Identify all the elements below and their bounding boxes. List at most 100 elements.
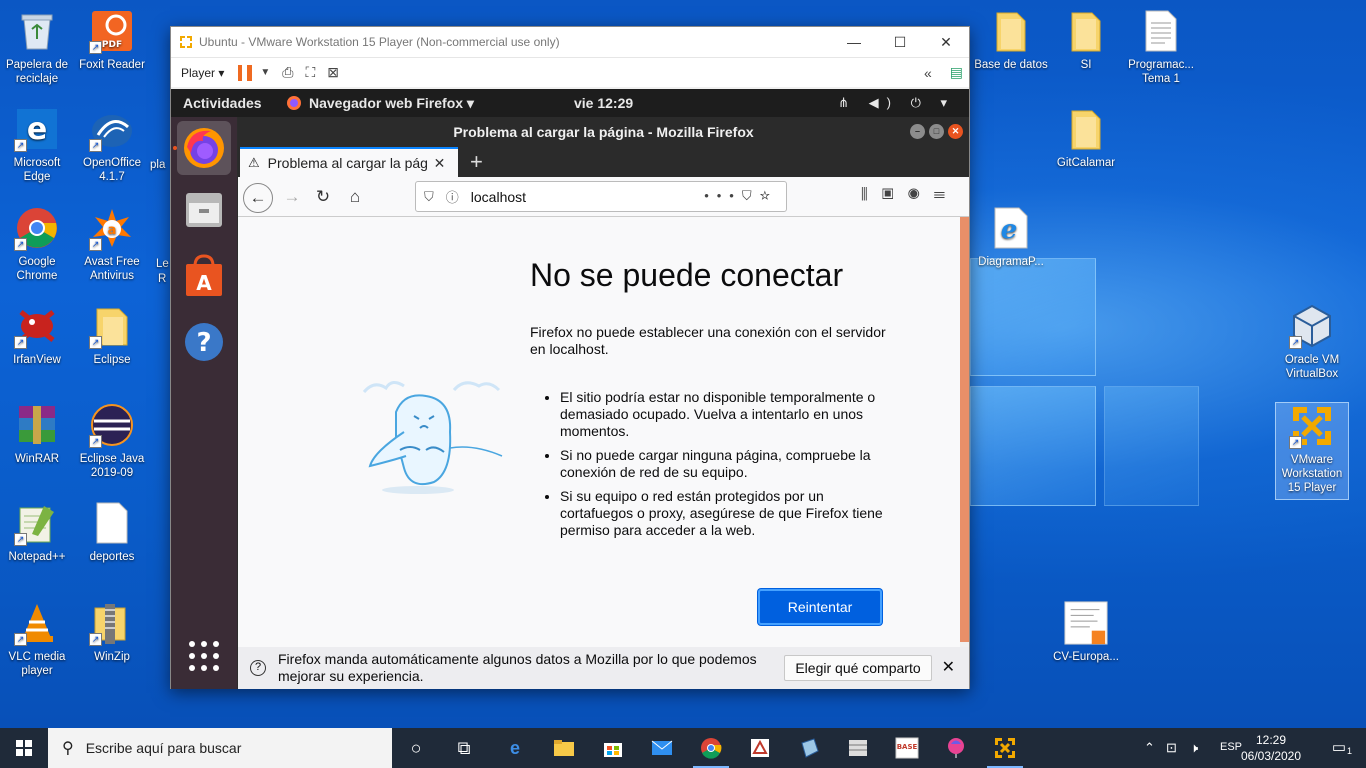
activities-button[interactable]: Actividades — [183, 95, 262, 111]
task-view-icon[interactable]: ⧉ — [452, 736, 476, 760]
show-hidden-icons[interactable]: ⌃ — [1144, 740, 1155, 756]
desktop-icon-si[interactable]: SI — [1049, 8, 1123, 72]
firefox-window-title: Problema al cargar la página - Mozilla F… — [453, 124, 754, 140]
winrar-taskbar-icon[interactable] — [846, 736, 870, 760]
windows-logo-panel — [1104, 386, 1199, 506]
dinosaur-illustration-icon — [334, 372, 514, 507]
desktop-icon-deportes[interactable]: deportes — [75, 500, 149, 564]
store-icon[interactable] — [601, 736, 625, 760]
minimize-icon[interactable]: – — [910, 124, 925, 139]
player-menu[interactable]: Player ▾ — [181, 66, 224, 80]
desktop-icon-edge[interactable]: e ↗ Microsoft Edge — [0, 106, 74, 184]
pause-dropdown-icon[interactable]: ▼ — [260, 67, 270, 78]
chrome-icon: ↗ — [14, 205, 60, 251]
mail-icon[interactable] — [650, 736, 674, 760]
firefox-titlebar[interactable]: Problema al cargar la página - Mozilla F… — [238, 117, 969, 147]
desktop-icon-gitcalamar[interactable]: GitCalamar — [1049, 106, 1123, 170]
notification-close-icon[interactable]: ✕ — [942, 657, 955, 677]
forward-button[interactable]: → — [278, 183, 306, 211]
desktop-icon-label: GitCalamar — [1056, 157, 1116, 169]
balloon-app-icon[interactable] — [944, 736, 968, 760]
taskbar-clock[interactable]: 12:29 06/03/2020 — [1236, 732, 1306, 764]
dock-files[interactable] — [177, 183, 231, 237]
choose-what-to-share-button[interactable]: Elegir qué comparto — [784, 655, 932, 681]
back-button[interactable]: ← — [243, 183, 273, 213]
edge-taskbar-icon[interactable]: e — [503, 736, 527, 760]
desktop-icon-notepadpp[interactable]: ↗ Notepad++ — [0, 500, 74, 564]
scrollbar-thumb[interactable] — [960, 217, 969, 642]
collapse-icon[interactable]: « — [924, 65, 932, 81]
minimize-button[interactable]: — — [831, 34, 877, 50]
svg-text:?: ? — [196, 328, 211, 358]
tab-active[interactable]: ⚠ Problema al cargar la pág ✕ — [240, 147, 458, 177]
desktop-icon-foxit[interactable]: PDF ↗ Foxit Reader — [75, 8, 149, 72]
software-bag-icon: A — [186, 254, 222, 296]
desktop-icon-winrar[interactable]: WinRAR — [0, 402, 74, 466]
file-explorer-icon[interactable] — [552, 736, 576, 760]
desktop-icon-openoffice[interactable]: ↗ OpenOffice 4.1.7 — [75, 106, 149, 184]
svg-text:e: e — [27, 112, 47, 147]
document-icon — [1063, 600, 1109, 646]
desktop-icon-programac[interactable]: Programac... Tema 1 — [1124, 8, 1198, 86]
desktop-icon-label: Eclipse — [93, 354, 131, 366]
toolbar-right-icons[interactable]: ⫼▣◉☰ — [861, 186, 959, 203]
maximize-button[interactable]: ☐ — [877, 34, 923, 51]
firefox-window: Problema al cargar la página - Mozilla F… — [238, 117, 969, 689]
chrome-taskbar-icon[interactable] — [693, 736, 729, 768]
action-center-icon[interactable]: ▭ — [1332, 738, 1346, 756]
page-actions-icon[interactable]: •••⛉☆ — [704, 188, 778, 204]
url-text[interactable]: localhost — [471, 189, 526, 205]
desktop-icon-irfanview[interactable]: ↗ IrfanView — [0, 303, 74, 367]
search-icon: ⚲ — [62, 740, 74, 757]
notes-icon[interactable]: ▤ — [950, 64, 963, 81]
dock-software[interactable]: A — [177, 249, 231, 303]
network-icon[interactable]: ⊡ — [1166, 740, 1177, 756]
send-ctrl-alt-del-icon[interactable]: ⎙ — [282, 64, 293, 81]
maximize-icon[interactable]: □ — [929, 124, 944, 139]
vmware-taskbar-icon[interactable] — [987, 736, 1023, 768]
pdf-tool-icon[interactable] — [748, 736, 772, 760]
base-taskbar-icon[interactable]: BASE — [895, 736, 919, 760]
gnome-clock[interactable]: vie 12:29 — [574, 95, 633, 111]
vmware-titlebar[interactable]: Ubuntu - VMware Workstation 15 Player (N… — [171, 27, 969, 57]
dock-help[interactable]: ? — [177, 315, 231, 369]
desktop-icon-vmware[interactable]: ↗ VMware Workstation 15 Player — [1275, 402, 1349, 500]
info-icon[interactable]: ⓘ — [446, 187, 459, 206]
reload-button[interactable]: ↻ — [309, 183, 337, 211]
desktop-icon-winzip[interactable]: ↗ WinZip — [75, 600, 149, 664]
start-button[interactable] — [0, 728, 48, 768]
taskbar-search[interactable]: ⚲ Escribe aquí para buscar — [48, 728, 392, 768]
fullscreen-icon[interactable]: ⛶ — [305, 64, 315, 81]
desktop-icon-cv-europass[interactable]: CV-Europa... — [1049, 600, 1123, 664]
desktop-icon-virtualbox[interactable]: ↗ Oracle VM VirtualBox — [1275, 303, 1349, 381]
desktop-icon-vlc[interactable]: ↗ VLC media player — [0, 600, 74, 678]
cortana-icon[interactable]: ○ — [404, 736, 428, 760]
close-icon[interactable]: ✕ — [948, 124, 963, 139]
desktop-icon-diagrama[interactable]: e DiagramaP... — [974, 205, 1048, 269]
virtualbox-taskbar-icon[interactable] — [797, 736, 821, 760]
retry-button[interactable]: Reintentar — [758, 589, 882, 625]
desktop-icon-eclipse-java[interactable]: ↗ Eclipse Java 2019-09 — [75, 402, 149, 480]
scrollbar[interactable] — [960, 217, 969, 647]
unity-icon[interactable]: ⊠ — [327, 64, 339, 81]
desktop-icon-avast[interactable]: a ↗ Avast Free Antivirus — [75, 205, 149, 283]
shield-icon[interactable]: ⛉ — [424, 189, 434, 205]
tab-close-icon[interactable]: ✕ — [434, 155, 446, 172]
home-button[interactable]: ⌂ — [341, 183, 369, 211]
dock-show-applications[interactable] — [177, 629, 231, 683]
app-menu[interactable]: Navegador web Firefox ▾ — [286, 95, 474, 112]
close-button[interactable]: ✕ — [923, 34, 969, 51]
vmware-toolbar: Player ▾ ▼ ⎙ ⛶ ⊠ « ▤ — [171, 57, 969, 87]
desktop-icon-eclipse-folder[interactable]: ↗ Eclipse — [75, 303, 149, 367]
volume-muted-icon[interactable]: 🕨 — [1190, 740, 1198, 756]
url-bar[interactable]: ⛉ ⓘ localhost •••⛉☆ — [415, 181, 787, 212]
dock-firefox[interactable] — [177, 121, 231, 175]
desktop-icon-base-de-datos[interactable]: Base de datos — [974, 8, 1048, 72]
system-menu[interactable]: ⋔ ◀) ⏻ ▾ — [838, 95, 955, 111]
desktop-icon-recycle-bin[interactable]: Papelera de reciclaje — [0, 8, 74, 86]
pause-icon[interactable] — [238, 64, 253, 81]
recycle-bin-icon — [14, 8, 60, 54]
folder-icon — [1063, 8, 1109, 54]
new-tab-button[interactable]: + — [470, 149, 483, 175]
desktop-icon-chrome[interactable]: ↗ Google Chrome — [0, 205, 74, 283]
